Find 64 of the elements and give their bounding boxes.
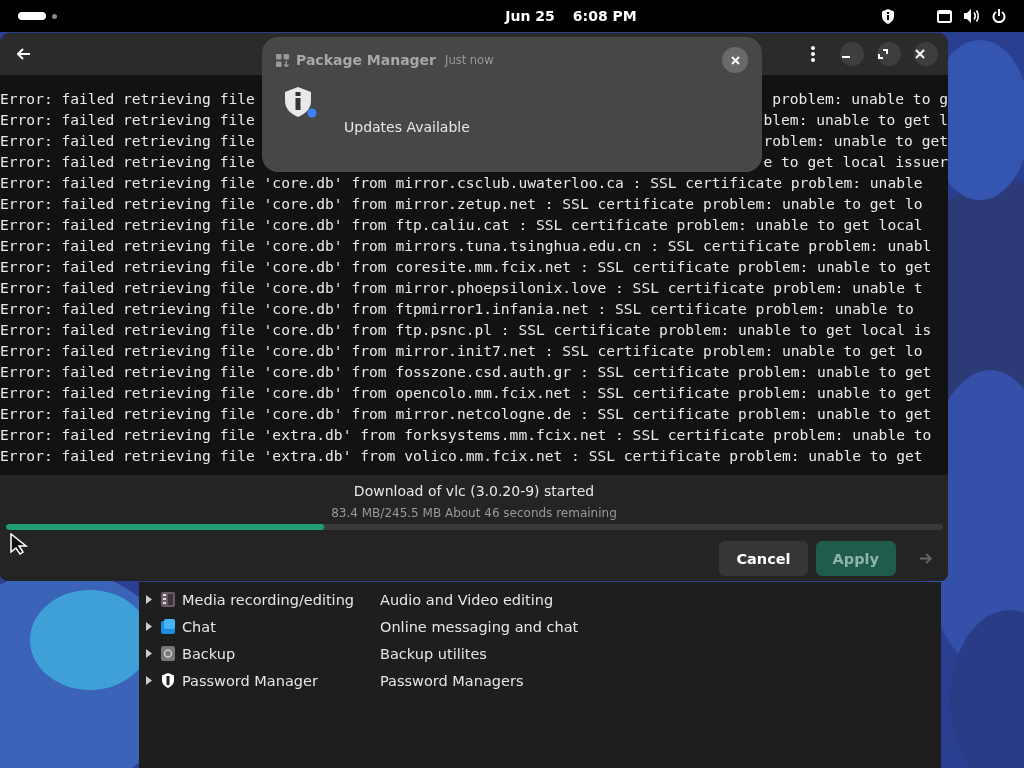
activities-indicator[interactable]	[18, 12, 46, 20]
log-line: Error: failed retrieving file 'core.db' from mirror.csclub.uwaterloo.ca : SSL certificate problem: unable	[0, 173, 924, 193]
shield-icon	[161, 673, 175, 688]
log-line: Error: failed retrieving file 'core.db' from mirrors.tuna.tsinghua.edu.cn : SSL certificate problem: unabl	[0, 236, 933, 256]
expander-icon[interactable]	[146, 622, 152, 631]
notification-app-name: Package Manager	[296, 52, 436, 68]
log-line: roblem: unable to get	[763, 131, 948, 151]
back-arrow-icon	[17, 48, 31, 60]
category-name[interactable]: Password Manager	[182, 672, 380, 689]
maximize-icon	[878, 49, 888, 59]
log-line: Error: failed retrieving file 'core.db' from opencolo.mm.fcix.net : SSL certificate problem: unable to get	[0, 383, 933, 403]
chat-icon	[161, 619, 175, 634]
date-text[interactable]: Jun 25	[505, 8, 555, 24]
category-description: Password Managers	[380, 672, 524, 689]
close-icon	[730, 55, 740, 65]
notification-banner[interactable]: Package Manager Just now Updates Available	[262, 37, 762, 172]
status-text: Download of vlc (3.0.20-9) started	[353, 482, 595, 500]
log-line: Error: failed retrieving file 'core.db' from fosszone.csd.auth.gr : SSL certificate problem: unable to get	[0, 362, 933, 382]
category-description: Online messaging and chat	[380, 618, 579, 635]
cancel-button[interactable]: Cancel	[719, 541, 808, 576]
apps-icon	[276, 53, 289, 67]
minimize-button[interactable]	[840, 42, 864, 66]
film-icon	[161, 592, 175, 607]
log-line: problem: unable to g	[772, 89, 948, 109]
log-line: Error: failed retrieving file	[0, 89, 255, 109]
notification-time: Just now	[445, 53, 494, 67]
minimize-icon	[842, 56, 850, 58]
menu-icon[interactable]	[811, 46, 815, 62]
maximize-button[interactable]	[877, 42, 901, 66]
log-line: Error: failed retrieving file 'core.db' from mirror.phoepsilonix.love : SSL certificate problem: unable t	[0, 278, 924, 298]
log-line: blem: unable to get l	[763, 110, 948, 130]
log-line: Error: failed retrieving file 'core.db' from ftp.psnc.pl : SSL certificate problem: unable to get local is	[0, 320, 933, 340]
close-button[interactable]	[722, 47, 748, 73]
log-line: e to get local issuer	[763, 152, 948, 172]
expander-icon[interactable]	[146, 595, 152, 604]
expander-icon[interactable]	[146, 649, 152, 658]
log-line: Error: failed retrieving file	[0, 152, 255, 172]
log-line: Error: failed retrieving file 'core.db' from mirror.netcologne.de : SSL certificate problem: unable to get	[0, 404, 933, 424]
progress-text: 83.4 MB/245.5 MB About 46 seconds remaining	[331, 505, 617, 521]
close-button[interactable]	[914, 42, 938, 66]
log-line: Error: failed retrieving file 'extra.db' from volico.mm.fcix.net : SSL certificate problem: unable to get	[0, 446, 924, 466]
close-icon	[915, 49, 925, 59]
log-line: Error: failed retrieving file 'core.db' from coresite.mm.fcix.net : SSL certificate problem: unable to get	[0, 257, 933, 277]
log-line: Error: failed retrieving file 'core.db' from mirror.zetup.net : SSL certificate problem: unable to get lo	[0, 194, 924, 214]
volume-icon[interactable]	[964, 9, 980, 23]
log-line: Error: failed retrieving file	[0, 110, 255, 130]
log-line: Error: failed retrieving file 'core.db' from ftp.caliu.cat : SSL certificate problem: unable to get local	[0, 215, 924, 235]
log-line: Error: failed retrieving file	[0, 131, 255, 151]
notification-message: Updates Available	[344, 119, 470, 135]
category-name[interactable]: Media recording/editing	[182, 591, 380, 608]
category-description: Backup utilites	[380, 645, 487, 662]
power-icon[interactable]	[992, 9, 1006, 23]
log-line: Error: failed retrieving file 'core.db' from mirror.init7.net : SSL certificate problem: unable to get lo	[0, 341, 924, 361]
shield-icon[interactable]	[881, 8, 895, 24]
category-name[interactable]: Chat	[182, 618, 380, 635]
log-line: Error: failed retrieving file 'core.db' from ftpmirror1.infania.net : SSL certificate problem: unable to	[0, 299, 915, 319]
category-name[interactable]: Backup	[182, 645, 380, 662]
category-description: Audio and Video editing	[380, 591, 554, 608]
workspace-dot[interactable]	[52, 13, 57, 19]
log-line: Error: failed retrieving file 'extra.db' from forksystems.mm.fcix.net : SSL certificate problem: unable to	[0, 425, 933, 445]
time-text[interactable]: 6:08 PM	[572, 8, 637, 24]
cursor-icon	[9, 533, 29, 555]
expander-icon[interactable]	[146, 676, 152, 685]
screen-icon[interactable]	[937, 9, 952, 23]
